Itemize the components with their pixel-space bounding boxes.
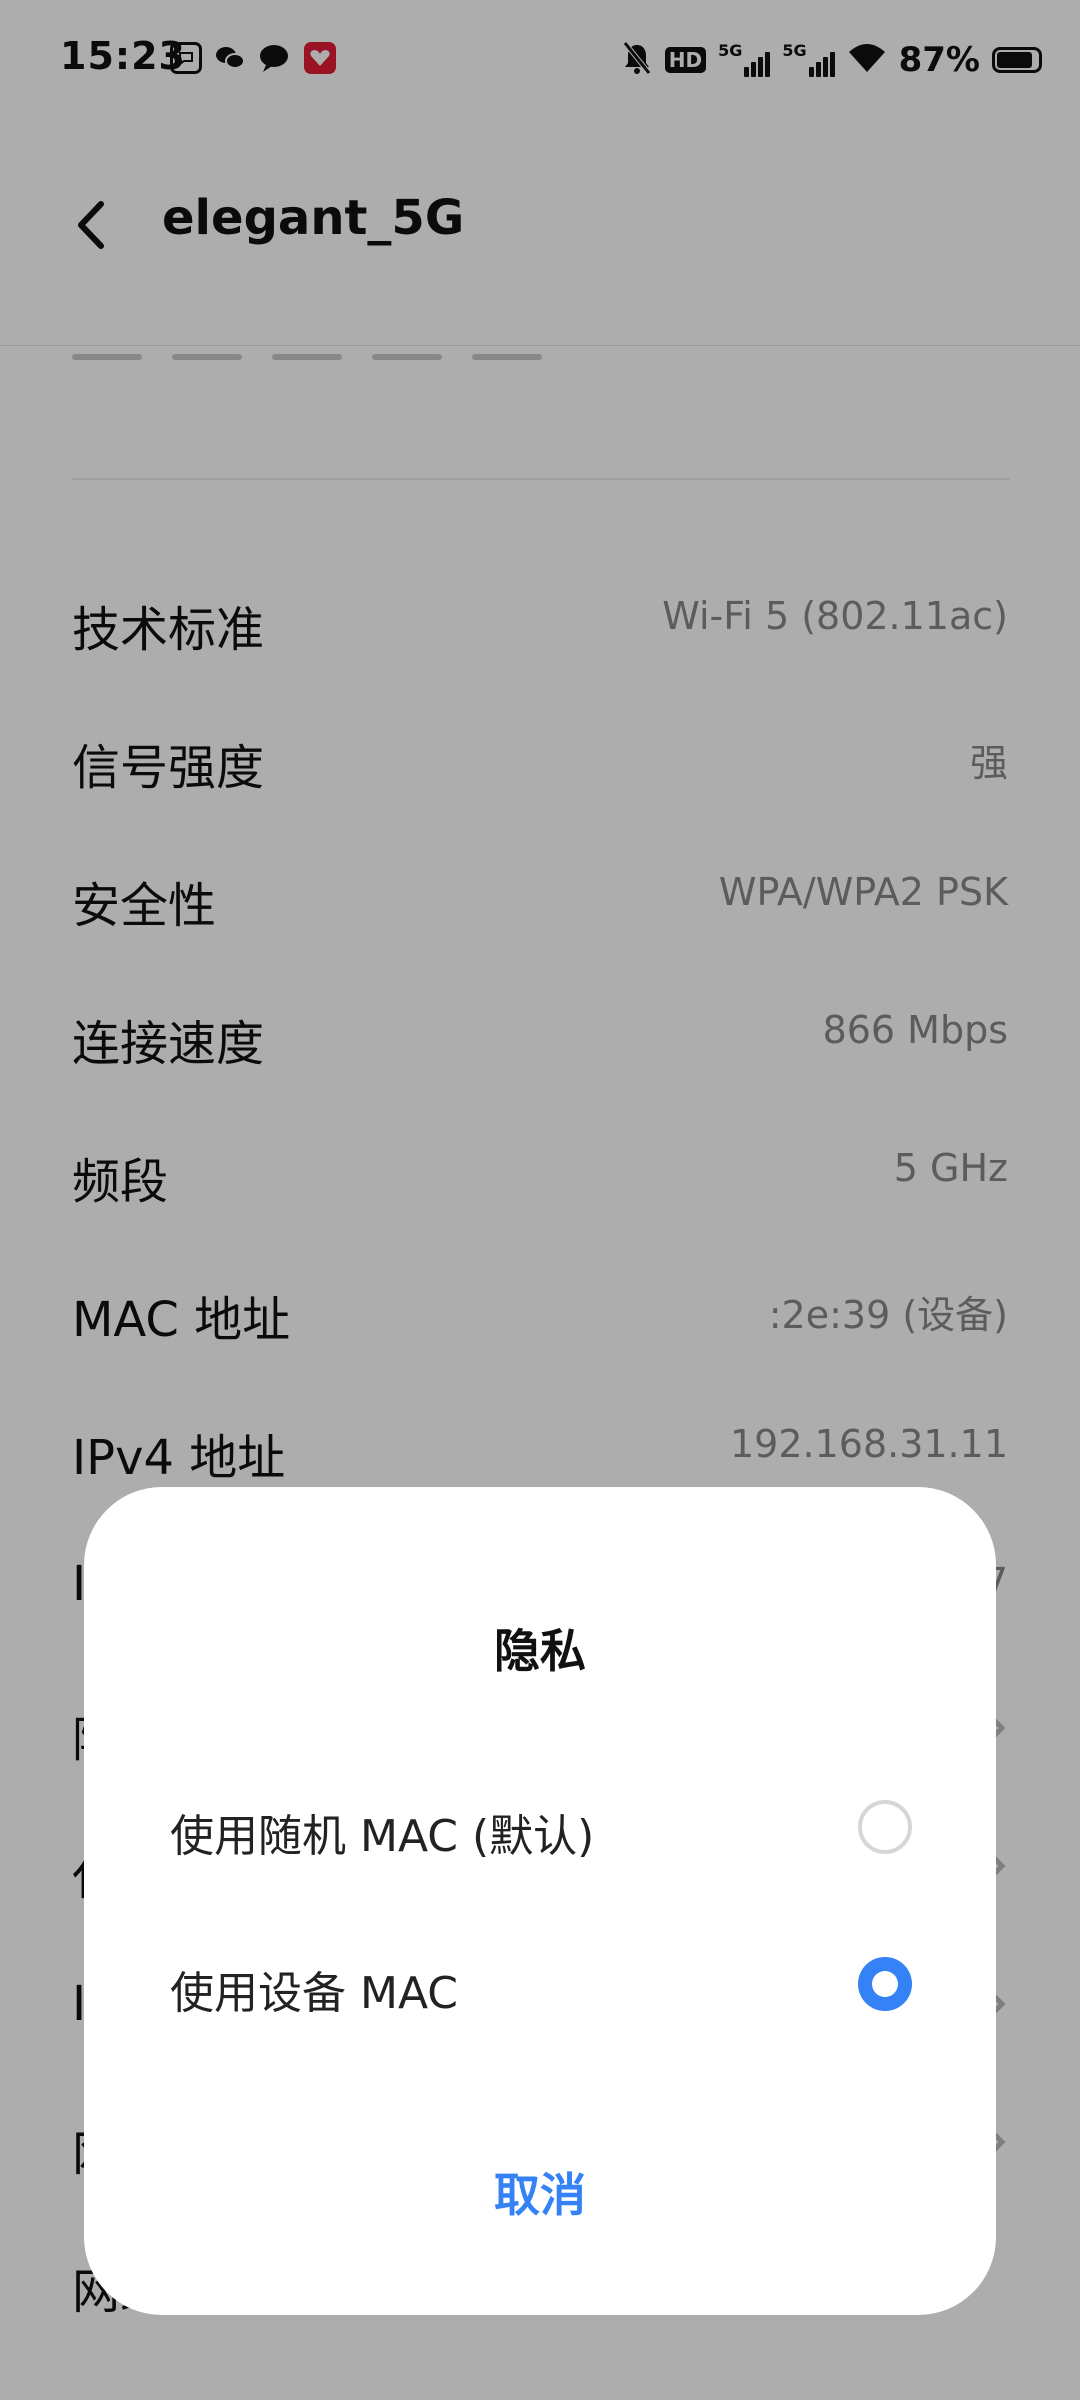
radio-selected[interactable] [858,1957,912,2011]
option-label: 使用设备 MAC [170,1968,458,2019]
privacy-dialog: 隐私 使用随机 MAC (默认) 使用设备 MAC 取消 [84,1487,996,2315]
cancel-button[interactable]: 取消 [390,2147,690,2237]
option-label: 使用随机 MAC (默认) [170,1811,595,1862]
dialog-title: 隐私 [494,1624,586,1678]
option-random-mac[interactable]: 使用随机 MAC (默认) [84,1762,996,1892]
option-device-mac[interactable]: 使用设备 MAC [84,1919,996,2049]
radio-unselected[interactable] [858,1800,912,1854]
